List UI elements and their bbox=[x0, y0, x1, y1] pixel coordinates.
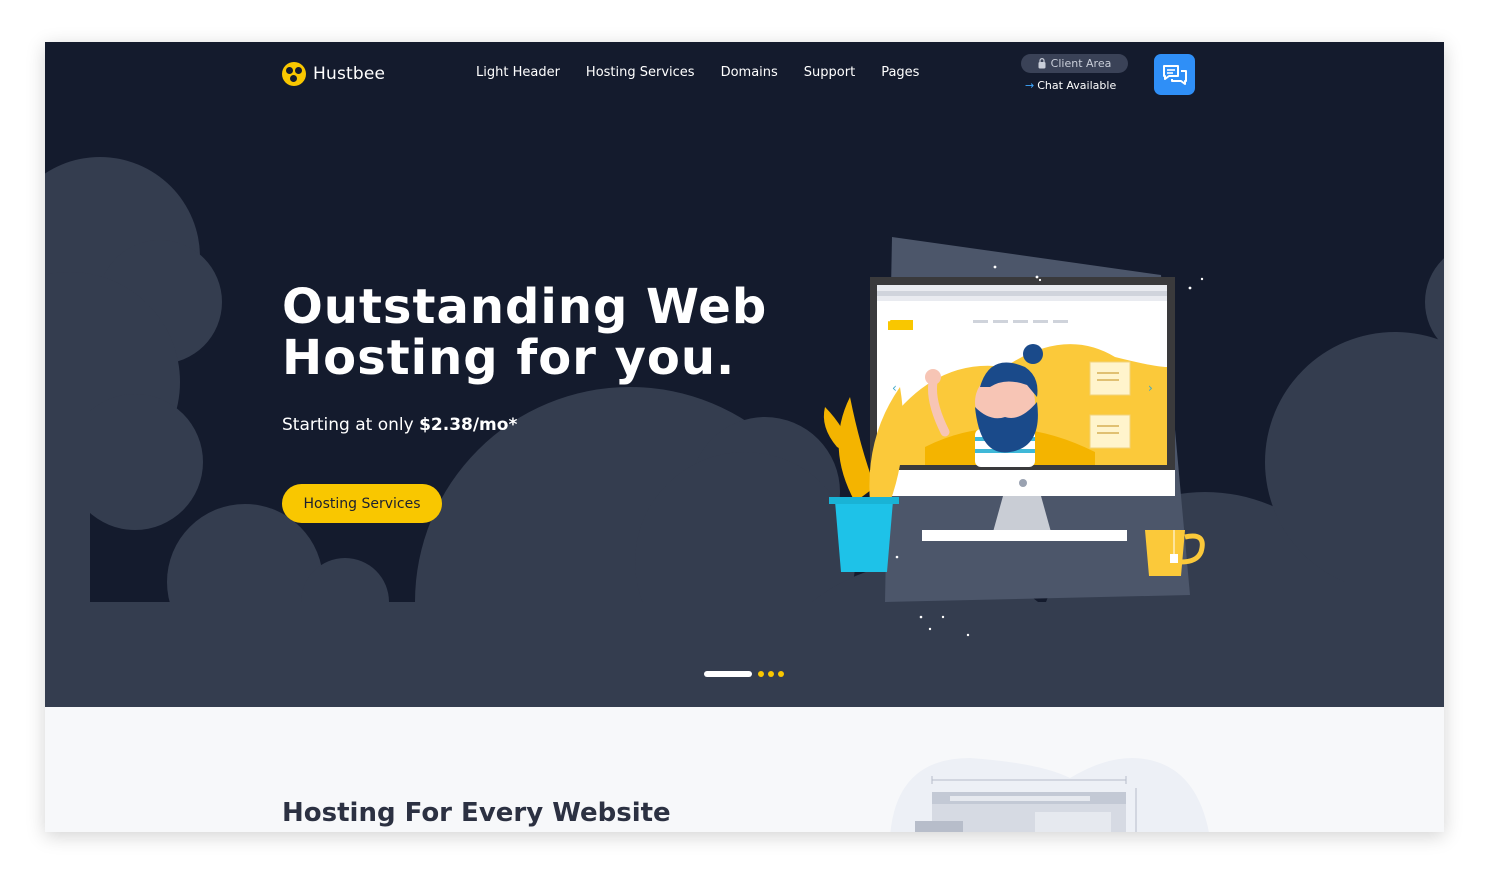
hero-title-line-2: Hosting for you. bbox=[282, 330, 736, 386]
chat-status-label: Chat Available bbox=[1037, 79, 1117, 92]
nav-item-light-header[interactable]: Light Header bbox=[476, 65, 560, 80]
chat-status[interactable]: → Chat Available bbox=[1025, 79, 1116, 92]
slider-pagination bbox=[704, 671, 784, 677]
price: $2.38/mo* bbox=[419, 415, 518, 435]
hero-section: Hustbee Light Header Hosting Services Do… bbox=[45, 42, 1444, 707]
hero-title: Outstanding Web Hosting for you. bbox=[282, 282, 842, 384]
slide-dot-2[interactable] bbox=[758, 671, 764, 677]
logo-icon bbox=[282, 62, 306, 86]
subtitle-prefix: Starting at only bbox=[282, 415, 420, 435]
hero-illustration: ‹ › bbox=[823, 237, 1205, 637]
browser-frame: Hustbee Light Header Hosting Services Do… bbox=[45, 42, 1444, 832]
nav-item-hosting-services[interactable]: Hosting Services bbox=[586, 65, 695, 80]
nav-item-support[interactable]: Support bbox=[804, 65, 855, 80]
logo-text: Hustbee bbox=[313, 64, 386, 84]
section-title: Hosting For Every Website bbox=[282, 798, 671, 828]
slide-dot-3[interactable] bbox=[768, 671, 774, 677]
client-area-label: Client Area bbox=[1050, 57, 1112, 70]
hero-title-line-1: Outstanding Web bbox=[282, 279, 768, 335]
hero-subtitle: Starting at only $2.38/mo* bbox=[282, 415, 517, 435]
nav-item-pages[interactable]: Pages bbox=[881, 65, 919, 80]
chat-bubbles-icon bbox=[1162, 64, 1187, 85]
hosting-services-button[interactable]: Hosting Services bbox=[282, 484, 442, 523]
main-nav: Light Header Hosting Services Domains Su… bbox=[476, 65, 919, 80]
logo[interactable]: Hustbee bbox=[282, 62, 385, 86]
client-area-button[interactable]: Client Area bbox=[1021, 54, 1128, 73]
svg-text:›: › bbox=[1148, 381, 1153, 395]
site-header: Hustbee Light Header Hosting Services Do… bbox=[45, 42, 1444, 106]
lock-icon bbox=[1038, 58, 1046, 69]
slide-dot-4[interactable] bbox=[778, 671, 784, 677]
slide-dot-1[interactable] bbox=[704, 671, 752, 677]
arrow-right-icon: → bbox=[1025, 79, 1035, 92]
nav-item-domains[interactable]: Domains bbox=[721, 65, 778, 80]
chat-button[interactable] bbox=[1154, 54, 1195, 95]
section-illustration bbox=[890, 758, 1209, 832]
